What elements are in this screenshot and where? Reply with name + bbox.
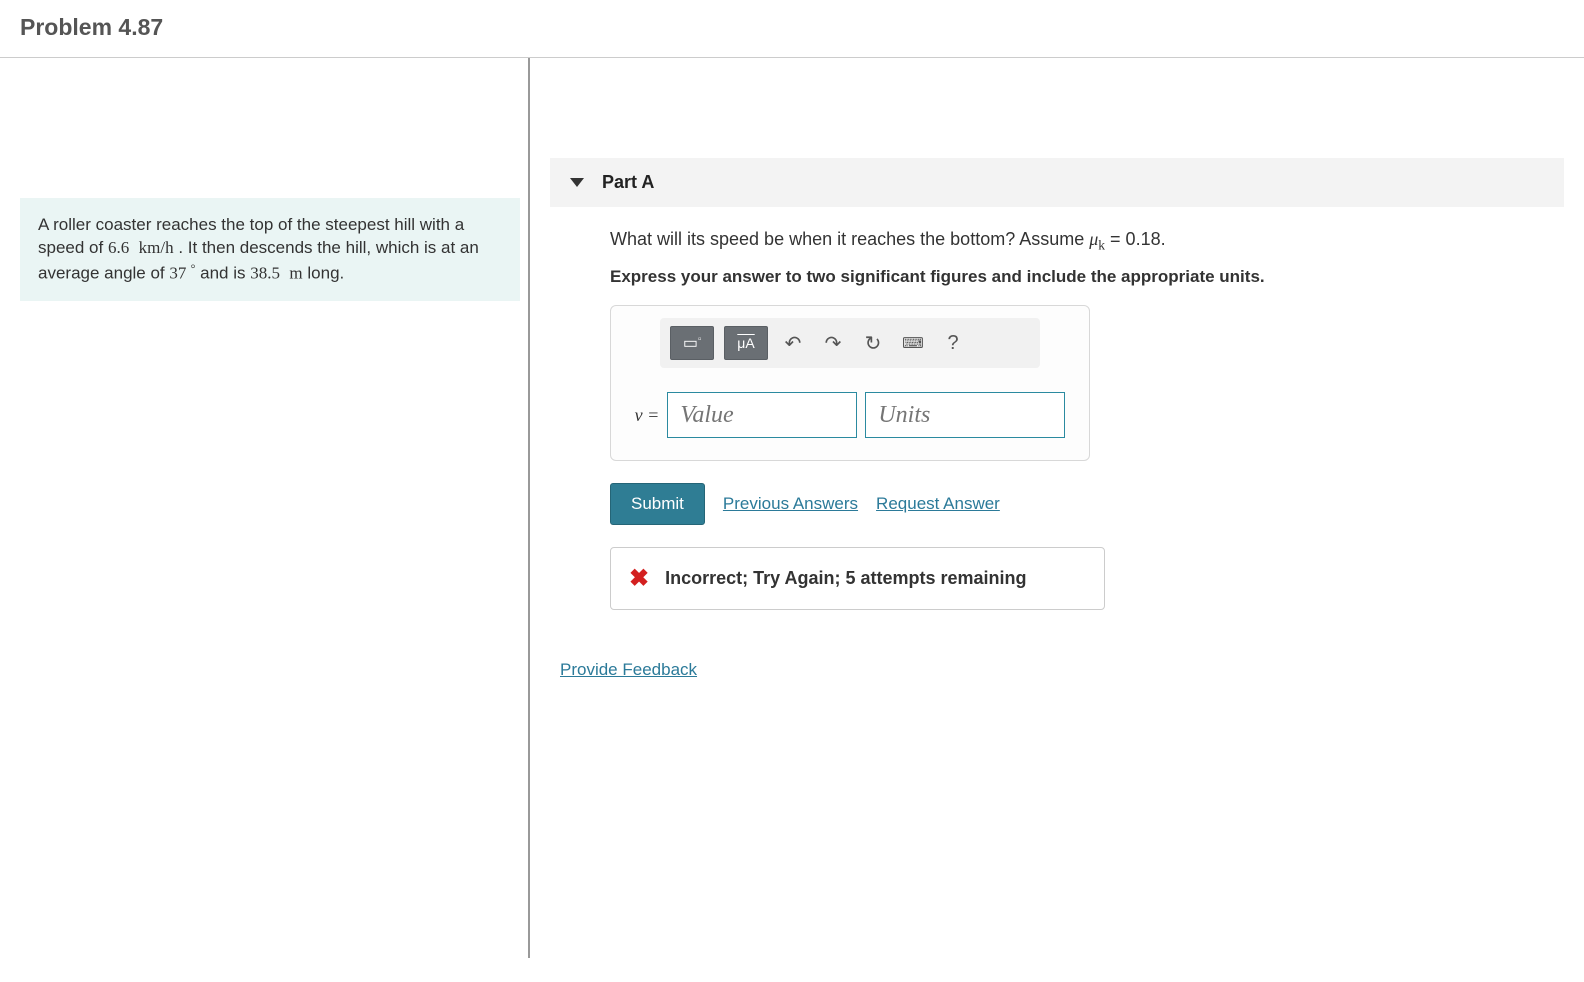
length-unit: m [289, 264, 302, 283]
speed-value: 6.6 [108, 238, 129, 257]
angle-value: 37 [169, 264, 186, 283]
request-answer-link[interactable]: Request Answer [876, 494, 1000, 514]
problem-statement: A roller coaster reaches the top of the … [20, 198, 520, 301]
feedback-box: ✖ Incorrect; Try Again; 5 attempts remai… [610, 547, 1105, 610]
mu-symbol: μ [1089, 229, 1098, 249]
main-container: A roller coaster reaches the top of the … [0, 58, 1584, 958]
page-header: Problem 4.87 [0, 0, 1584, 58]
part-label: Part A [602, 172, 654, 193]
answer-box: ▭▫ μA ↶ ↷ ↻ ⌨ ? v = [610, 305, 1090, 461]
incorrect-x-icon: ✖ [629, 564, 649, 593]
question-text: What will its speed be when it reaches t… [610, 227, 1524, 255]
answer-input-row: v = [623, 386, 1077, 448]
right-panel: Part A What will its speed be when it re… [530, 58, 1584, 958]
variable-label: v = [635, 405, 660, 426]
undo-button[interactable]: ↶ [778, 326, 808, 360]
question-area: What will its speed be when it reaches t… [550, 207, 1564, 610]
redo-icon: ↷ [825, 331, 842, 356]
reset-button[interactable]: ↻ [858, 326, 888, 360]
speed-unit: km/h [139, 238, 174, 257]
problem-text-3: and is [195, 264, 250, 283]
keyboard-button[interactable]: ⌨ [898, 326, 928, 360]
collapse-arrow-icon [570, 178, 584, 187]
length-value: 38.5 [250, 264, 280, 283]
action-row: Submit Previous Answers Request Answer [610, 483, 1524, 525]
problem-text-4: long. [303, 264, 345, 283]
answer-instruction: Express your answer to two significant f… [610, 267, 1524, 287]
problem-title: Problem 4.87 [20, 14, 1564, 41]
previous-answers-link[interactable]: Previous Answers [723, 494, 858, 514]
reset-icon: ↻ [865, 331, 882, 356]
value-input[interactable] [667, 392, 857, 438]
part-header[interactable]: Part A [550, 158, 1564, 207]
greek-tool-button[interactable]: μA [724, 326, 768, 360]
question-before-mu: What will its speed be when it reaches t… [610, 229, 1089, 249]
undo-icon: ↶ [785, 331, 802, 356]
submit-button[interactable]: Submit [610, 483, 705, 525]
feedback-message: Incorrect; Try Again; 5 attempts remaini… [665, 568, 1026, 589]
keyboard-icon: ⌨ [902, 334, 924, 352]
equation-toolbar: ▭▫ μA ↶ ↷ ↻ ⌨ ? [660, 318, 1040, 368]
units-input[interactable] [865, 392, 1065, 438]
greek-label: μA [737, 335, 754, 351]
help-icon: ? [947, 332, 958, 355]
left-panel: A roller coaster reaches the top of the … [0, 58, 530, 958]
provide-feedback-area: Provide Feedback [550, 660, 1564, 680]
template-tool-button[interactable]: ▭▫ [670, 326, 714, 360]
mu-value: = 0.18. [1105, 229, 1166, 249]
provide-feedback-link[interactable]: Provide Feedback [560, 660, 697, 679]
template-icon: ▭▫ [683, 333, 701, 353]
help-button[interactable]: ? [938, 326, 968, 360]
redo-button[interactable]: ↷ [818, 326, 848, 360]
